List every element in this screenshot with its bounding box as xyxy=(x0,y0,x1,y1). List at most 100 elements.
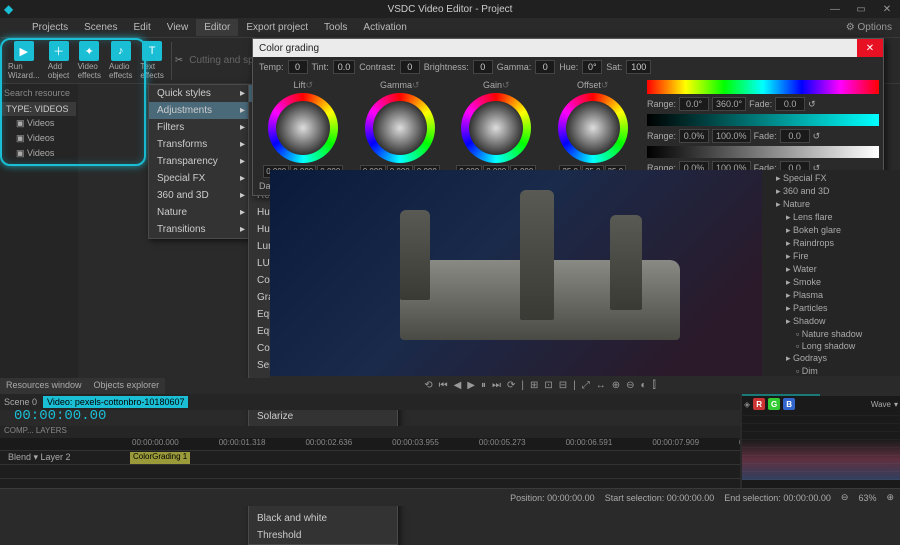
scope-diamond-icon[interactable]: ◈ xyxy=(744,400,750,409)
menu-projects[interactable]: Projects xyxy=(24,19,76,36)
transport-btn[interactable]: ⏮ xyxy=(439,380,448,391)
transport-btn[interactable]: ⤢ xyxy=(582,380,590,391)
scope-mode[interactable]: Wave xyxy=(871,400,891,409)
tree-lens-flare[interactable]: ▸ Lens flare xyxy=(764,211,898,224)
scope-r-button[interactable]: R xyxy=(753,398,765,410)
tab-resources-window[interactable]: Resources window xyxy=(0,378,88,394)
timeline-clip[interactable]: ColorGrading 1 xyxy=(130,452,190,464)
gradient-bar[interactable] xyxy=(647,114,879,126)
ribbon-video[interactable]: ✦Videoeffects xyxy=(74,39,105,82)
menu-tools[interactable]: Tools xyxy=(316,19,355,36)
effects-nature[interactable]: Nature▸ xyxy=(149,204,249,221)
range-a[interactable]: 0.0° xyxy=(679,97,709,111)
menu-activation[interactable]: Activation xyxy=(355,19,414,36)
scope-mode-chevron-icon[interactable]: ▾ xyxy=(894,400,898,409)
transport-btn[interactable]: ⊖ xyxy=(626,380,634,391)
transport-btn[interactable]: ⊟ xyxy=(559,380,567,391)
cg-sat-value[interactable]: 100 xyxy=(626,60,651,74)
transport-btn[interactable]: ⏭ xyxy=(492,380,501,391)
effects-360-and-3d[interactable]: 360 and 3D▸ xyxy=(149,187,249,204)
lp-item[interactable]: ▣ Videos xyxy=(2,116,76,131)
menu-scenes[interactable]: Scenes xyxy=(76,19,125,36)
transport-btn[interactable]: ⟲ xyxy=(424,380,432,391)
ribbon-add[interactable]: ＋Addobject xyxy=(44,39,74,82)
menu-view[interactable]: View xyxy=(159,19,197,36)
menu-export-project[interactable]: Export project xyxy=(238,19,316,36)
cg-contrast-value[interactable]: 0 xyxy=(400,60,420,74)
adj-black-and-white[interactable]: Black and white xyxy=(249,510,397,527)
tree-nature-shadow[interactable]: ▫ Nature shadow xyxy=(764,328,898,340)
effects-transitions[interactable]: Transitions▸ xyxy=(149,221,249,238)
tree-nature[interactable]: ▸ Nature xyxy=(764,198,898,211)
transport-btn[interactable]: ◐ xyxy=(641,380,647,391)
wheel-offset[interactable] xyxy=(558,93,628,163)
menu-editor[interactable]: Editor xyxy=(196,19,238,36)
cg-brightness-value[interactable]: 0 xyxy=(473,60,493,74)
lp-item[interactable]: ▣ Videos xyxy=(2,131,76,146)
tree-bokeh-glare[interactable]: ▸ Bokeh glare xyxy=(764,224,898,237)
effects-transparency[interactable]: Transparency▸ xyxy=(149,153,249,170)
adj-threshold[interactable]: Threshold xyxy=(249,527,397,544)
tree-fire[interactable]: ▸ Fire xyxy=(764,250,898,263)
tree-water[interactable]: ▸ Water xyxy=(764,263,898,276)
wheel-gain[interactable] xyxy=(461,93,531,163)
ribbon-text[interactable]: TTexteffects xyxy=(136,39,167,82)
tree-plasma[interactable]: ▸ Plasma xyxy=(764,289,898,302)
tree-smoke[interactable]: ▸ Smoke xyxy=(764,276,898,289)
tree-particles[interactable]: ▸ Particles xyxy=(764,302,898,315)
lp-item[interactable]: ▣ Videos xyxy=(2,146,76,161)
range-a[interactable]: 0.0% xyxy=(679,129,709,143)
close-button[interactable]: ✕ xyxy=(874,0,900,18)
wheel-gamma[interactable] xyxy=(365,93,435,163)
ribbon-audio[interactable]: ♪Audioeffects xyxy=(105,39,136,82)
tree-long-shadow[interactable]: ▫ Long shadow xyxy=(764,340,898,352)
reset-icon[interactable]: ↺ xyxy=(808,99,816,110)
scope-b-button[interactable]: B xyxy=(783,398,795,410)
transport-btn[interactable]: ⏸ xyxy=(481,380,486,391)
tree-special-fx[interactable]: ▸ Special FX xyxy=(764,172,898,185)
scene-file[interactable]: Video: pexels-cottonbro-10180607 xyxy=(43,396,188,408)
tree--and-d[interactable]: ▸ 360 and 3D xyxy=(764,185,898,198)
reset-icon[interactable]: ↺ xyxy=(813,131,821,142)
timeline-header-left[interactable]: COMP... LAYERS xyxy=(0,426,130,438)
range-b[interactable]: 360.0° xyxy=(712,97,746,111)
search-resource-input[interactable]: Search resource xyxy=(2,86,76,100)
track-blend[interactable]: Blend ▾ Layer 2 xyxy=(0,452,130,463)
tree-godrays[interactable]: ▸ Godrays xyxy=(764,352,898,365)
transport-btn[interactable]: ↔ xyxy=(596,380,606,391)
transport-btn[interactable]: ⊕ xyxy=(612,380,620,391)
fade-value[interactable]: 0.0 xyxy=(780,129,810,143)
menu-options[interactable]: ⚙ Options xyxy=(838,19,900,36)
cg-titlebar[interactable]: Color grading ✕ xyxy=(253,39,883,57)
transport-btn[interactable]: ⟳ xyxy=(507,380,515,391)
transport-btn[interactable]: ⫿ xyxy=(653,380,656,391)
cg-close-button[interactable]: ✕ xyxy=(857,39,883,57)
adj-solarize[interactable]: Solarize xyxy=(249,408,397,425)
wheel-lift[interactable] xyxy=(268,93,338,163)
effects-adjustments[interactable]: Adjustments▸ xyxy=(149,102,249,119)
cg-temp-value[interactable]: 0 xyxy=(288,60,308,74)
fade-value[interactable]: 0.0 xyxy=(775,97,805,111)
cg-gamma-value[interactable]: 0 xyxy=(535,60,555,74)
ribbon-run[interactable]: ▶RunWizard... xyxy=(4,39,44,82)
scene-label[interactable]: Scene 0 xyxy=(4,397,37,407)
tab-objects-explorer[interactable]: Objects explorer xyxy=(88,378,166,394)
menu-edit[interactable]: Edit xyxy=(125,19,158,36)
zoom-in-icon[interactable]: ⊕ xyxy=(886,492,894,503)
tree-raindrops[interactable]: ▸ Raindrops xyxy=(764,237,898,250)
hue-spectrum[interactable] xyxy=(647,80,879,94)
effects-filters[interactable]: Filters▸ xyxy=(149,119,249,136)
effects-quick-styles[interactable]: Quick styles▸ xyxy=(149,85,249,102)
video-preview[interactable] xyxy=(270,170,810,376)
gradient-bar[interactable] xyxy=(647,146,879,158)
cg-hue-value[interactable]: 0° xyxy=(582,60,602,74)
effects-transforms[interactable]: Transforms▸ xyxy=(149,136,249,153)
zoom-out-icon[interactable]: ⊖ xyxy=(841,492,849,503)
transport-btn[interactable]: ⊡ xyxy=(544,380,552,391)
minimize-button[interactable]: — xyxy=(822,0,848,18)
transport-btn[interactable]: ⊞ xyxy=(530,380,538,391)
cg-tint-value[interactable]: 0.0 xyxy=(333,60,356,74)
scope-g-button[interactable]: G xyxy=(768,398,780,410)
tree-shadow[interactable]: ▸ Shadow xyxy=(764,315,898,328)
maximize-button[interactable]: ▭ xyxy=(848,0,874,18)
